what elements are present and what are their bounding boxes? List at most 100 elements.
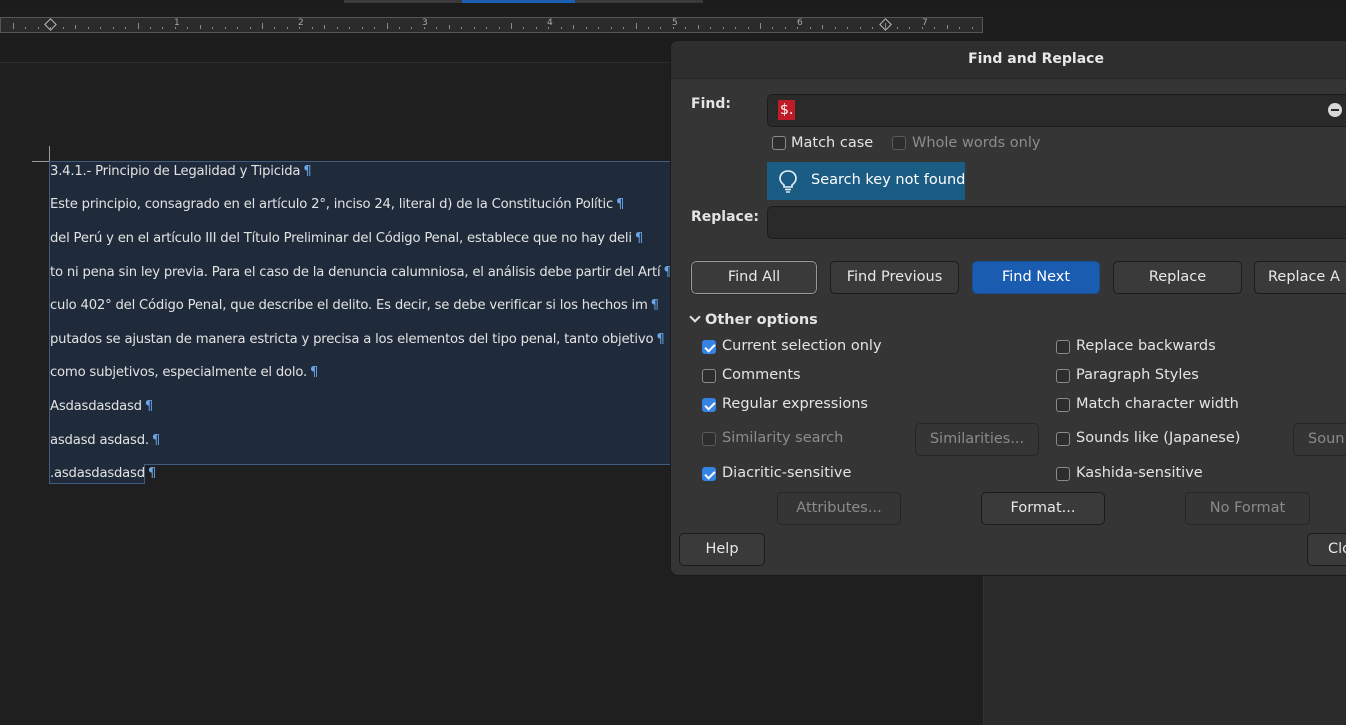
other-options-toggle[interactable]: Other options (689, 311, 818, 328)
tab-strip (0, 0, 1346, 10)
pilcrow-mark: ¶ (303, 164, 312, 179)
dialog-title: Find and Replace (968, 51, 1104, 67)
ruler-tick (262, 23, 263, 29)
ruler-tick (934, 27, 936, 29)
whole-words-label: Whole words only (912, 135, 1041, 151)
ruler-number: 6 (797, 18, 803, 28)
document-paragraph[interactable]: culo 402° del Código Penal, que describe… (50, 298, 659, 313)
ruler-tick (162, 27, 164, 29)
replace-input[interactable] (767, 206, 1346, 239)
document-paragraph[interactable]: 3.4.1.- Principio de Legalidad y Tipicid… (50, 164, 312, 179)
ruler-tick (473, 27, 475, 29)
replace-all-button[interactable]: Replace A (1254, 261, 1346, 294)
option-checkbox[interactable] (1056, 432, 1070, 446)
document-paragraph[interactable]: .asdasdasdasd ¶ (50, 466, 156, 481)
document-paragraph[interactable]: Este principio, consagrado en el artícul… (50, 197, 624, 212)
pilcrow-mark: ¶ (634, 231, 644, 246)
similarities-button[interactable]: Similarities... (915, 423, 1039, 456)
ruler-tick (647, 27, 649, 29)
option-checkbox[interactable] (702, 432, 716, 446)
pilcrow-mark: ¶ (147, 466, 157, 481)
document-paragraph[interactable]: to ni pena sin ley previa. Para el caso … (50, 265, 672, 280)
ruler-tick (872, 27, 874, 29)
ruler-tick (324, 25, 326, 29)
ruler-tick (398, 27, 400, 29)
ruler-number: 5 (672, 18, 678, 28)
ruler-tick (722, 27, 724, 29)
ruler-number: 1 (174, 18, 180, 28)
ruler-tick (498, 27, 500, 29)
ruler-tick (274, 27, 276, 29)
find-replace-dialog: Find and Replace Find: $. Match case Who… (670, 40, 1346, 576)
ruler-tick (610, 27, 612, 29)
option-checkbox[interactable] (702, 467, 716, 481)
ruler-tick (249, 27, 251, 29)
paragraph-text: Este principio, consagrado en el artícul… (50, 197, 613, 212)
attributes-button[interactable]: Attributes... (777, 492, 901, 525)
tab-active[interactable] (462, 0, 575, 3)
ruler-tick (149, 27, 151, 29)
ruler-tick (971, 27, 973, 29)
document-paragraph[interactable]: asdasd asdasd. ¶ (50, 433, 160, 448)
ruler-tick (486, 27, 488, 29)
ruler-tick (336, 27, 338, 29)
ruler-tick (784, 27, 786, 29)
ruler-tick (100, 27, 102, 29)
option-label: Paragraph Styles (1076, 367, 1199, 383)
right-indent-marker[interactable] (879, 18, 892, 31)
find-input[interactable]: $. (767, 94, 1346, 127)
ruler-tick (859, 27, 861, 29)
ruler-tick (237, 27, 239, 29)
no-format-button[interactable]: No Format (1185, 492, 1310, 525)
close-button[interactable]: Clo (1307, 533, 1346, 566)
option-label: Diacritic-sensitive (722, 465, 852, 481)
option-checkbox[interactable] (702, 398, 716, 412)
document-paragraph[interactable]: Asdasdasdasd ¶ (50, 399, 153, 414)
ruler-tick (909, 27, 911, 29)
ruler-tick (361, 27, 363, 29)
option-checkbox[interactable] (702, 340, 716, 354)
option-label: Sounds like (Japanese) (1076, 430, 1241, 446)
document-paragraph[interactable]: como subjetivos, especialmente el dolo. ¶ (50, 365, 318, 380)
ruler-tick (137, 23, 139, 29)
option-label: Match character width (1076, 396, 1239, 412)
clear-icon[interactable] (1328, 103, 1342, 117)
find-next-button[interactable]: Find Next (972, 261, 1100, 294)
option-checkbox[interactable] (1056, 398, 1070, 412)
other-options-label: Other options (705, 312, 818, 328)
find-previous-button[interactable]: Find Previous (830, 261, 959, 294)
option-label: Replace backwards (1076, 338, 1216, 354)
sounds-like-options-button[interactable]: Soun (1293, 423, 1346, 456)
format-button[interactable]: Format... (981, 492, 1105, 525)
ruler-tick (772, 27, 774, 29)
ruler-tick (311, 27, 313, 29)
help-button[interactable]: Help (679, 533, 765, 566)
paragraph-text: to ni pena sin ley previa. Para el caso … (50, 265, 661, 280)
chevron-down-icon (689, 311, 701, 323)
document-paragraph[interactable]: putados se ajustan de manera estricta y … (50, 332, 665, 347)
ruler-tick (946, 25, 948, 29)
horizontal-ruler[interactable]: 1 2 3 4 5 6 7 (0, 17, 983, 33)
option-checkbox[interactable] (1056, 369, 1070, 383)
page-corner-mark (32, 146, 50, 162)
option-label: Kashida-sensitive (1076, 465, 1203, 481)
option-checkbox[interactable] (702, 369, 716, 383)
paragraph-text: culo 402° del Código Penal, que describe… (50, 298, 648, 313)
match-case-checkbox[interactable] (772, 136, 786, 150)
find-all-button[interactable]: Find All (690, 260, 818, 295)
ruler-tick (535, 27, 537, 29)
option-checkbox[interactable] (1056, 340, 1070, 354)
option-label: Current selection only (722, 338, 882, 354)
ruler-tick (760, 23, 761, 29)
tab-inactive[interactable] (575, 0, 703, 3)
left-indent-marker[interactable] (44, 18, 57, 31)
replace-button[interactable]: Replace (1113, 261, 1242, 294)
tab-inactive[interactable] (344, 0, 462, 3)
option-checkbox[interactable] (1056, 467, 1070, 481)
lightbulb-icon (779, 170, 797, 193)
dialog-titlebar[interactable]: Find and Replace (671, 41, 1346, 79)
whole-words-checkbox[interactable] (892, 136, 906, 150)
ruler-tick (523, 27, 525, 29)
ruler-tick (13, 23, 14, 29)
document-paragraph[interactable]: del Perú y en el artículo III del Título… (50, 231, 643, 246)
